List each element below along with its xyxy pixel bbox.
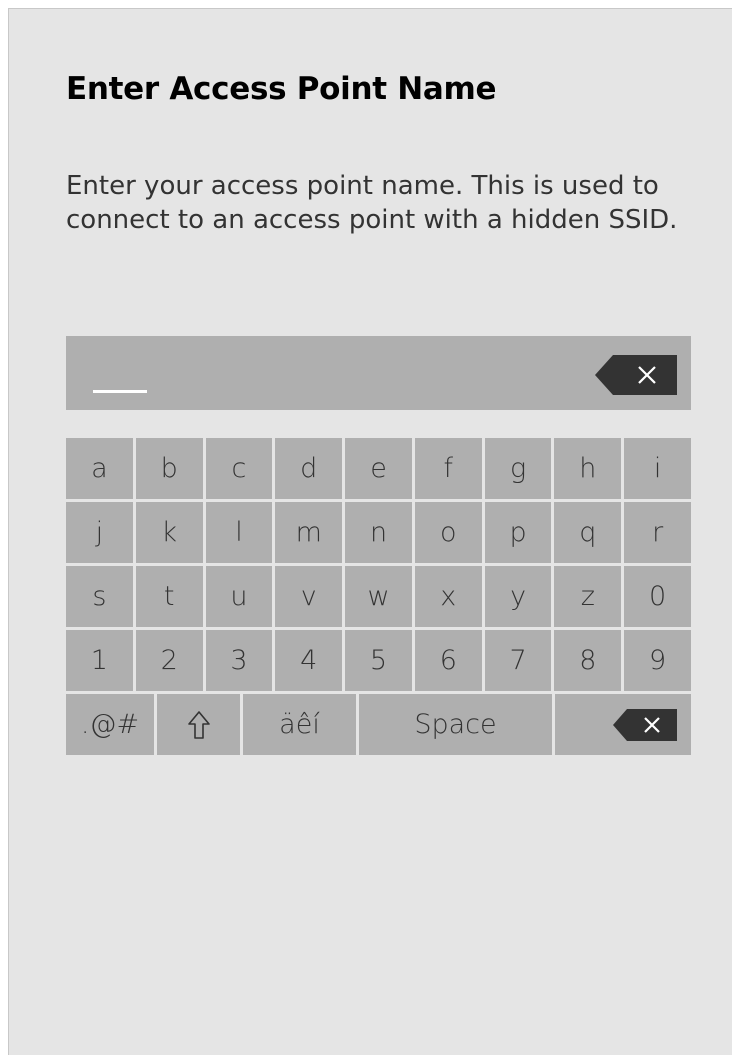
key-y[interactable]: y <box>484 566 552 627</box>
text-cursor <box>93 390 147 393</box>
key-8[interactable]: 8 <box>554 630 622 691</box>
key-p[interactable]: p <box>484 502 552 563</box>
key-l[interactable]: l <box>205 502 273 563</box>
key-g[interactable]: g <box>484 438 552 499</box>
key-x[interactable]: x <box>414 566 482 627</box>
key-6[interactable]: 6 <box>414 630 482 691</box>
keyboard-row-3: s t u v w x y z 0 <box>66 566 692 627</box>
key-c[interactable]: c <box>205 438 273 499</box>
keyboard-row-1: a b c d e f g h i <box>66 438 692 499</box>
keyboard-row-2: j k l m n o p q r <box>66 502 692 563</box>
keyboard-row-5: .@# äêí Space <box>66 694 691 755</box>
key-i[interactable]: i <box>624 438 692 499</box>
key-f[interactable]: f <box>414 438 482 499</box>
backspace-x-icon <box>595 355 677 395</box>
space-key[interactable]: Space <box>359 694 552 755</box>
shift-arrow-icon <box>187 710 210 739</box>
key-n[interactable]: n <box>345 502 412 563</box>
key-0[interactable]: 0 <box>624 566 692 627</box>
backspace-x-icon <box>613 708 677 741</box>
on-screen-keyboard: a b c d e f g h i j k l m n o p q r s t … <box>66 438 692 758</box>
key-2[interactable]: 2 <box>135 630 203 691</box>
symbols-key[interactable]: .@# <box>66 694 154 755</box>
key-e[interactable]: e <box>345 438 412 499</box>
key-h[interactable]: h <box>554 438 622 499</box>
shift-key[interactable] <box>157 694 240 755</box>
key-t[interactable]: t <box>135 566 203 627</box>
key-9[interactable]: 9 <box>624 630 692 691</box>
key-j[interactable]: j <box>66 502 133 563</box>
clear-input-button[interactable] <box>595 355 677 395</box>
key-d[interactable]: d <box>275 438 343 499</box>
key-r[interactable]: r <box>624 502 692 563</box>
key-m[interactable]: m <box>275 502 343 563</box>
key-u[interactable]: u <box>205 566 273 627</box>
backspace-key[interactable] <box>555 694 691 755</box>
key-z[interactable]: z <box>554 566 622 627</box>
key-k[interactable]: k <box>135 502 203 563</box>
accents-key[interactable]: äêí <box>243 694 356 755</box>
key-o[interactable]: o <box>414 502 482 563</box>
dialog-panel: Enter Access Point Name Enter your acces… <box>8 8 732 1055</box>
key-3[interactable]: 3 <box>205 630 273 691</box>
access-point-name-input[interactable] <box>66 336 691 410</box>
key-7[interactable]: 7 <box>484 630 552 691</box>
key-b[interactable]: b <box>135 438 203 499</box>
key-v[interactable]: v <box>275 566 343 627</box>
key-1[interactable]: 1 <box>66 630 133 691</box>
key-w[interactable]: w <box>345 566 412 627</box>
keyboard-row-4: 1 2 3 4 5 6 7 8 9 <box>66 630 692 691</box>
key-4[interactable]: 4 <box>275 630 343 691</box>
key-a[interactable]: a <box>66 438 133 499</box>
key-s[interactable]: s <box>66 566 133 627</box>
description-text: Enter your access point name. This is us… <box>66 171 678 235</box>
key-q[interactable]: q <box>554 502 622 563</box>
key-5[interactable]: 5 <box>345 630 412 691</box>
page-title: Enter Access Point Name <box>66 71 497 107</box>
